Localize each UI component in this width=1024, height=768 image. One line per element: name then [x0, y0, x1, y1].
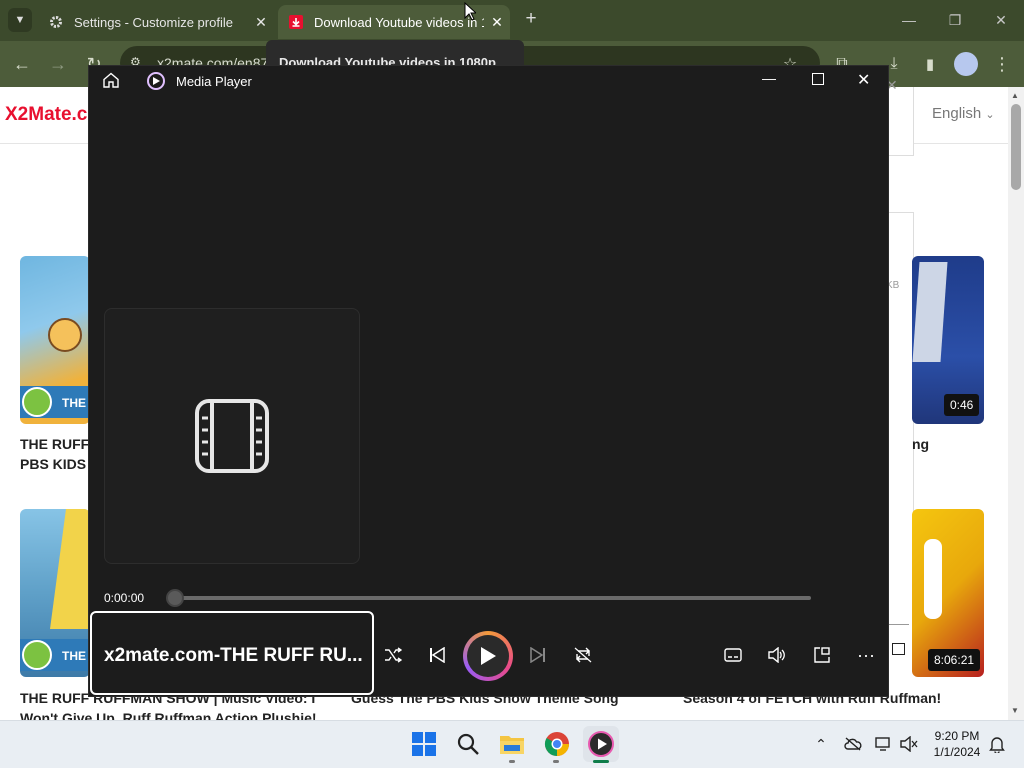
chrome-icon[interactable]: [539, 726, 575, 762]
browser-menu-icon[interactable]: ⋮: [988, 50, 1016, 78]
mouse-cursor: [464, 1, 478, 26]
video-thumbnail[interactable]: THE: [20, 509, 90, 677]
tab-label: Download Youtube videos in 1080p: [314, 14, 484, 30]
language-selector[interactable]: English ⌄: [932, 105, 995, 122]
next-track-icon[interactable]: [521, 638, 555, 672]
thumb-text: THE: [62, 649, 86, 663]
video-thumbnail[interactable]: 8:06:21: [912, 509, 984, 677]
scroll-up-arrow-icon[interactable]: ▲: [1011, 91, 1019, 100]
clock-time: 9:20 PM: [934, 729, 980, 743]
repeat-icon[interactable]: [566, 638, 600, 672]
now-playing-title[interactable]: x2mate.com-THE RUFF RU...: [90, 611, 374, 695]
language-label: English: [932, 105, 982, 122]
active-indicator: [593, 760, 609, 763]
onedrive-offline-icon[interactable]: [842, 734, 864, 754]
video-thumbnail[interactable]: THE: [20, 256, 90, 424]
page-fullscreen-icon[interactable]: [892, 643, 905, 655]
back-icon[interactable]: ←: [8, 50, 36, 78]
tab-settings[interactable]: Settings - Customize profile ✕: [38, 5, 274, 39]
current-time: 0:00:00: [104, 591, 145, 605]
video-title[interactable]: ng: [912, 434, 984, 454]
running-indicator: [553, 760, 559, 763]
close-tab-icon[interactable]: ✕: [484, 14, 510, 31]
tab-label: Settings - Customize profile: [74, 14, 233, 30]
video-duration: 8:06:21: [928, 649, 981, 671]
thumb-text: THE: [62, 396, 86, 410]
tray-overflow-icon[interactable]: ⌃: [810, 734, 832, 754]
media-player-taskbar-icon[interactable]: [583, 726, 619, 762]
chevron-down-icon: ▼: [14, 14, 26, 26]
play-button[interactable]: [463, 631, 513, 681]
page-element-edge: [889, 624, 909, 625]
tab-search-button[interactable]: ▼: [8, 8, 32, 32]
side-panel-icon[interactable]: ▮: [916, 50, 944, 78]
volume-icon[interactable]: [760, 638, 794, 672]
player-maximize-icon[interactable]: [812, 73, 824, 85]
scrollbar-thumb[interactable]: [1011, 104, 1021, 190]
player-minimize-icon[interactable]: —: [762, 70, 776, 86]
new-tab-button[interactable]: +: [520, 8, 542, 32]
home-icon[interactable]: [102, 71, 122, 91]
video-duration: 0:46: [944, 394, 980, 416]
forward-icon[interactable]: →: [44, 50, 72, 78]
seek-thumb[interactable]: [166, 589, 184, 607]
scroll-down-arrow-icon[interactable]: ▼: [1011, 706, 1019, 715]
network-icon[interactable]: [873, 734, 895, 754]
site-logo[interactable]: X2Mate.c: [5, 104, 87, 126]
download-favicon-icon: [288, 14, 304, 30]
thumb-figure: [912, 262, 948, 362]
restore-icon[interactable]: ❐: [932, 6, 978, 34]
thumb-figure: [924, 539, 942, 619]
video-title[interactable]: THE RUFF PBS KIDS: [20, 434, 90, 474]
previous-track-icon[interactable]: [420, 638, 454, 672]
pbs-kids-logo: [22, 387, 52, 417]
play-icon: [467, 635, 509, 677]
player-close-icon[interactable]: ✕: [857, 70, 870, 90]
media-player-logo-icon: [147, 72, 165, 90]
title-line: PBS KIDS: [20, 456, 87, 472]
modal-panel: [886, 155, 914, 213]
search-icon[interactable]: [450, 726, 486, 762]
minimize-icon[interactable]: —: [886, 6, 932, 34]
close-tab-icon[interactable]: ✕: [248, 14, 274, 31]
shuffle-icon[interactable]: [376, 638, 410, 672]
subtitles-icon[interactable]: [716, 638, 750, 672]
ruff-character: [48, 318, 82, 352]
close-window-icon[interactable]: ✕: [978, 6, 1024, 34]
gear-icon: [48, 14, 64, 30]
title-line: THE RUFF: [20, 436, 90, 452]
seek-bar[interactable]: [174, 596, 811, 600]
pbs-kids-logo: [22, 640, 52, 670]
start-button[interactable]: [406, 726, 442, 762]
film-icon: [194, 398, 270, 474]
app-title: Media Player: [176, 74, 252, 89]
notification-bell-icon[interactable]: [986, 734, 1008, 754]
clock-date: 1/1/2024: [933, 745, 981, 759]
more-options-icon[interactable]: ···: [849, 638, 883, 672]
file-explorer-icon[interactable]: [494, 726, 530, 762]
volume-muted-icon[interactable]: [898, 734, 920, 754]
thumb-figure: [50, 509, 90, 629]
video-thumbnail[interactable]: 0:46: [912, 256, 984, 424]
profile-avatar[interactable]: [954, 52, 978, 76]
running-indicator: [509, 760, 515, 763]
mini-player-icon[interactable]: [805, 638, 839, 672]
taskbar-clock[interactable]: 9:20 PM 1/1/2024: [926, 728, 988, 760]
chevron-down-icon: ⌄: [985, 109, 995, 121]
